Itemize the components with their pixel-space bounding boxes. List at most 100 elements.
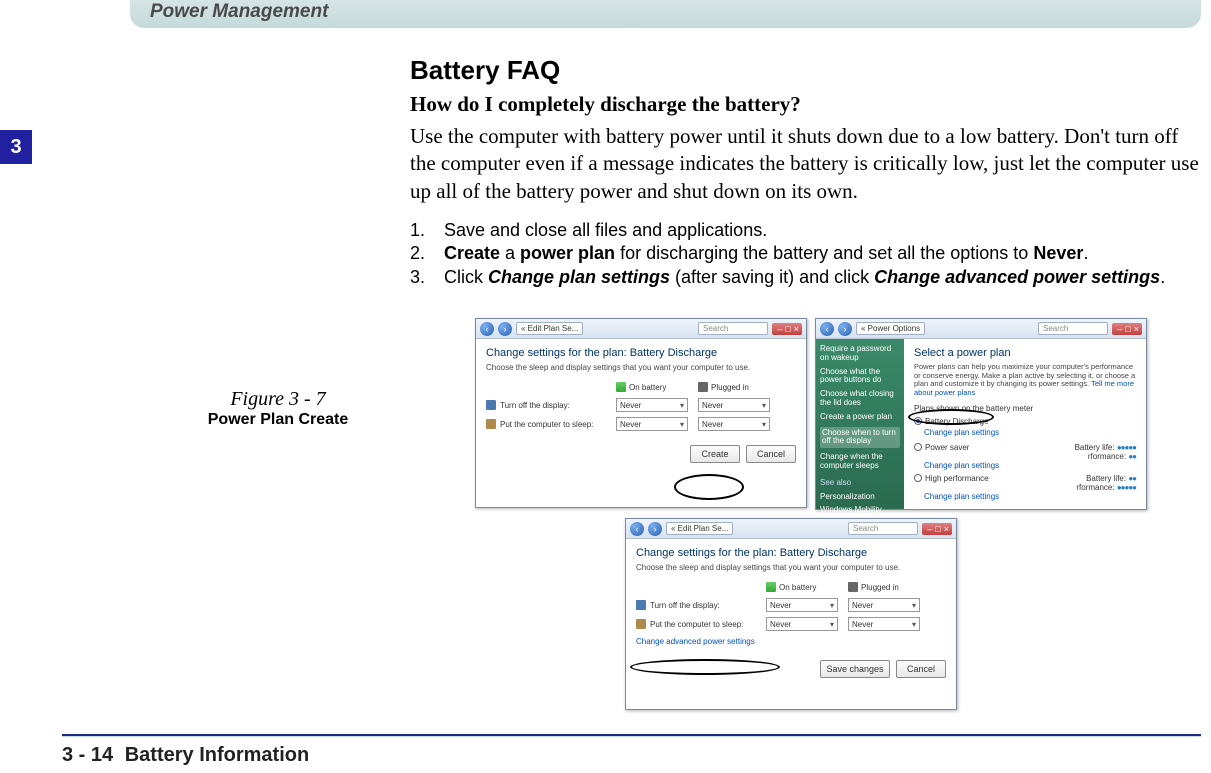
side-item[interactable]: Choose what the power buttons do <box>820 368 900 386</box>
row-label: Put the computer to sleep: <box>650 620 743 629</box>
nav-fwd-icon[interactable]: › <box>838 322 852 336</box>
plug-icon <box>698 382 708 392</box>
nav-fwd-icon[interactable]: › <box>648 522 662 536</box>
plan-name: Power saver <box>925 443 969 452</box>
t: Click <box>444 267 488 287</box>
callout-oval <box>674 474 744 500</box>
dropdown[interactable]: Never <box>766 617 838 631</box>
side-item[interactable]: Change when the computer sleeps <box>820 453 900 471</box>
step-text: Click Change plan settings (after saving… <box>444 266 1200 289</box>
page-footer: 3 - 14 Battery Information <box>62 744 309 767</box>
sleep-icon <box>486 419 496 429</box>
article-paragraph: Use the computer with battery power unti… <box>410 123 1200 205</box>
perf: rformance: <box>1076 483 1114 492</box>
row-display: Turn off the display: Never Never <box>636 598 946 612</box>
col-label: On battery <box>779 583 816 592</box>
bold-italic: Change advanced power settings <box>874 267 1160 287</box>
window-edit-plan-create: ‹ › « Edit Plan Se... Search –□× Change … <box>475 318 807 508</box>
step-num: 3. <box>410 266 444 289</box>
search-box[interactable]: Search <box>1038 322 1108 335</box>
plan-heading: Change settings for the plan: Battery Di… <box>486 347 796 359</box>
advanced-link[interactable]: Change advanced power settings <box>636 637 946 646</box>
plan-row: Power saver Battery life: ●●●●●rformance… <box>914 443 1136 461</box>
search-box[interactable]: Search <box>698 322 768 335</box>
nav-back-icon[interactable]: ‹ <box>480 322 494 336</box>
step-text: Save and close all files and application… <box>444 219 1200 242</box>
nav-back-icon[interactable]: ‹ <box>820 322 834 336</box>
side-item[interactable]: Choose when to turn off the display <box>820 427 900 449</box>
dropdown[interactable]: Never <box>848 598 920 612</box>
bold-italic: Change plan settings <box>488 267 670 287</box>
plan-name: High performance <box>925 474 989 483</box>
row-label: Put the computer to sleep: <box>500 420 593 429</box>
t: for discharging the battery and set all … <box>615 243 1033 263</box>
nav-back-icon[interactable]: ‹ <box>630 522 644 536</box>
change-plan-link[interactable]: Change plan settings <box>924 492 1136 501</box>
window-controls[interactable]: –□× <box>772 323 802 335</box>
address-bar[interactable]: « Edit Plan Se... <box>666 522 733 535</box>
dropdown[interactable]: Never <box>616 417 688 431</box>
col-label: On battery <box>629 383 666 392</box>
titlebar: ‹ › « Edit Plan Se... Search –□× <box>626 519 956 539</box>
steps-list: 1. Save and close all files and applicat… <box>410 219 1200 289</box>
perf: Battery life: <box>1075 443 1115 452</box>
side-item[interactable]: Require a password on wakeup <box>820 345 900 363</box>
save-button[interactable]: Save changes <box>820 660 890 678</box>
window-edit-plan-advanced: ‹ › « Edit Plan Se... Search –□× Change … <box>625 518 957 710</box>
side-seealso: See also <box>820 479 900 488</box>
nav-fwd-icon[interactable]: › <box>498 322 512 336</box>
address-bar[interactable]: « Power Options <box>856 322 925 335</box>
dropdown[interactable]: Never <box>698 417 770 431</box>
radio-icon[interactable] <box>914 443 922 451</box>
window-controls[interactable]: –□× <box>1112 323 1142 335</box>
row-label: Turn off the display: <box>650 601 720 610</box>
battery-icon <box>616 382 626 392</box>
search-box[interactable]: Search <box>848 522 918 535</box>
dropdown[interactable]: Never <box>616 398 688 412</box>
create-button[interactable]: Create <box>690 445 740 463</box>
t: . <box>1083 243 1088 263</box>
article-subtitle: How do I completely discharge the batter… <box>410 92 1200 117</box>
dropdown[interactable]: Never <box>698 398 770 412</box>
address-bar[interactable]: « Edit Plan Se... <box>516 322 583 335</box>
plan-row: High performance Battery life: ●●rforman… <box>914 474 1136 492</box>
footer-rule <box>62 734 1201 737</box>
window-controls[interactable]: –□× <box>922 523 952 535</box>
sleep-icon <box>636 619 646 629</box>
step-2: 2. Create a power plan for discharging t… <box>410 242 1200 265</box>
column-headers: On battery Plugged in <box>636 582 946 592</box>
row-display: Turn off the display: Never Never <box>486 398 796 412</box>
change-plan-link[interactable]: Change plan settings <box>924 428 999 437</box>
window-power-options: ‹ › « Power Options Search –□× Require a… <box>815 318 1147 510</box>
column-headers: On battery Plugged in <box>486 382 796 392</box>
change-plan-link[interactable]: Change plan settings <box>924 461 1136 470</box>
perf: Battery life: <box>1086 474 1126 483</box>
page-number: 3 - 14 <box>62 744 113 766</box>
tasks-sidebar: Require a password on wakeup Choose what… <box>816 339 904 509</box>
row-sleep: Put the computer to sleep: Never Never <box>486 417 796 431</box>
plan-subtext: Choose the sleep and display settings th… <box>486 363 796 372</box>
figure-title: Power Plan Create <box>168 411 388 429</box>
battery-icon <box>766 582 776 592</box>
plan-subtext: Choose the sleep and display settings th… <box>636 563 946 572</box>
dropdown[interactable]: Never <box>848 617 920 631</box>
monitor-icon <box>486 400 496 410</box>
cancel-button[interactable]: Cancel <box>746 445 796 463</box>
chapter-header: Power Management <box>130 0 1201 28</box>
chapter-tab: 3 <box>0 130 32 164</box>
side-item[interactable]: Personalization <box>820 493 900 502</box>
plan-link-row: Change plan settings <box>924 428 1136 437</box>
bold: power plan <box>520 243 615 263</box>
button-row: Create Cancel <box>486 445 796 463</box>
side-item[interactable]: Create a power plan <box>820 413 900 422</box>
figure-caption: Figure 3 - 7 Power Plan Create <box>168 388 388 429</box>
monitor-icon <box>636 600 646 610</box>
cancel-button[interactable]: Cancel <box>896 660 946 678</box>
side-item[interactable]: Choose what closing the lid does <box>820 390 900 408</box>
dropdown[interactable]: Never <box>766 598 838 612</box>
titlebar: ‹ › « Power Options Search –□× <box>816 319 1146 339</box>
plug-icon <box>848 582 858 592</box>
bold: Create <box>444 243 500 263</box>
t: a <box>500 243 520 263</box>
radio-icon[interactable] <box>914 474 922 482</box>
